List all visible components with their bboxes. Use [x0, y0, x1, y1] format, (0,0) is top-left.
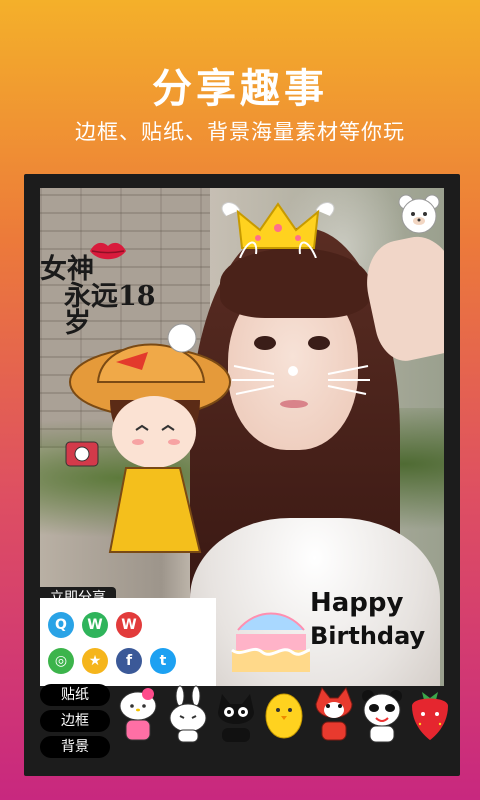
birthday-line2: Birthday [310, 622, 426, 650]
cat-nose-sticker[interactable] [288, 366, 298, 376]
headline: 分享趣事 [152, 66, 328, 112]
crown-sticker[interactable] [218, 198, 338, 258]
hello-kitty-sticker-icon[interactable] [116, 684, 160, 744]
twitter-icon[interactable]: t [150, 648, 176, 674]
qq-icon[interactable]: Q [48, 612, 74, 638]
yellow-chick-sticker-icon[interactable] [262, 684, 306, 744]
black-cat-sticker-icon[interactable] [214, 684, 258, 744]
facebook-icon[interactable]: f [116, 648, 142, 674]
qzone-icon[interactable]: ★ [82, 648, 108, 674]
tab-backgrounds[interactable]: 背景 [40, 736, 110, 758]
subheadline: 边框、贴纸、背景海量素材等你玩 [75, 120, 405, 144]
birthday-line1: Happy [310, 588, 404, 618]
tab-stickers[interactable]: 贴纸 [40, 684, 110, 706]
editor-frame: 女神 永远18岁 Happy Birthday Q W W ◎ ★ f t 贴纸… [24, 174, 460, 776]
weibo-icon[interactable]: W [116, 612, 142, 638]
red-fox-sticker-icon[interactable] [312, 684, 356, 744]
share-panel: Q W W ◎ ★ f t [40, 598, 216, 686]
cake-sticker[interactable] [226, 608, 316, 678]
happy-birthday-sticker[interactable]: Happy Birthday [310, 588, 444, 668]
white-rabbit-sticker-icon[interactable] [166, 684, 210, 744]
cat-whiskers-sticker[interactable] [226, 348, 376, 408]
wechat-icon[interactable]: W [82, 612, 108, 638]
bear-sticker[interactable] [396, 192, 442, 236]
sticker-picker [116, 680, 452, 752]
moments-icon[interactable]: ◎ [48, 648, 74, 674]
panda-sticker-icon[interactable] [360, 684, 404, 744]
cartoon-girl-camera-sticker[interactable] [50, 322, 240, 572]
bangs [220, 248, 370, 318]
text-sticker-line1: 女神 [40, 254, 94, 285]
strawberry-sticker-icon[interactable] [408, 684, 452, 744]
tab-frames[interactable]: 边框 [40, 710, 110, 732]
